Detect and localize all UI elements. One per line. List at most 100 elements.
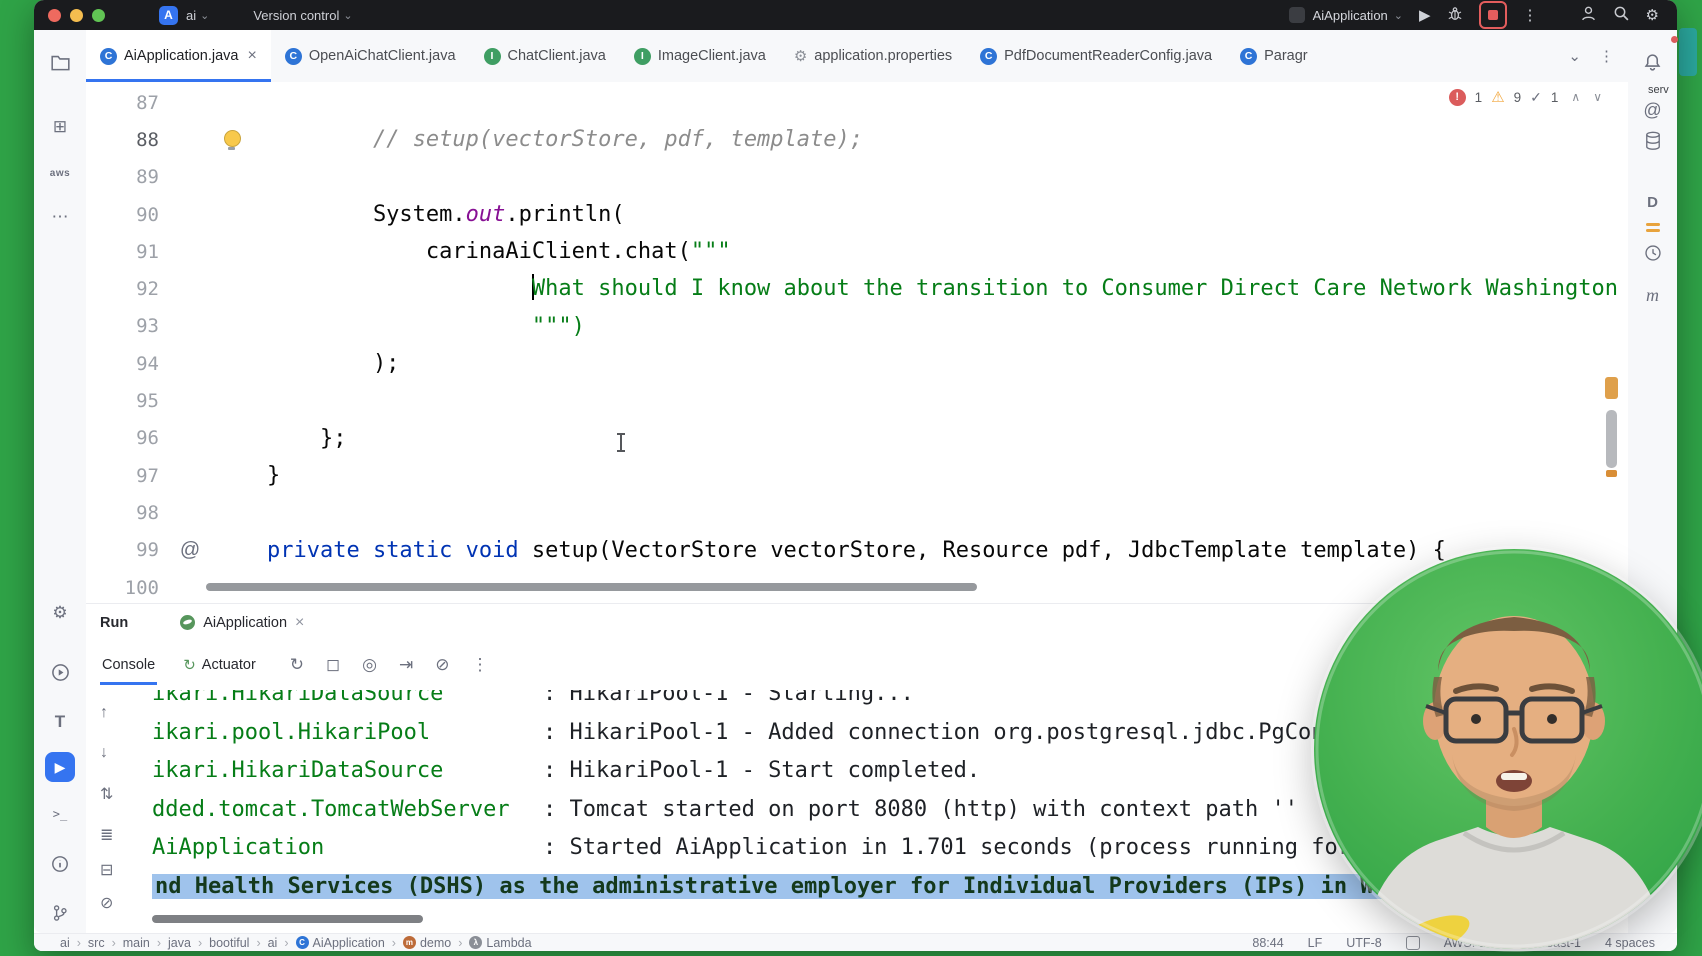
settings-gear-icon[interactable]: ⚙ [1646,6,1659,24]
indent-indicator[interactable]: 4 spaces [1605,936,1655,950]
caret-position[interactable]: 88:44 [1252,936,1283,950]
background-accent-bar [1679,28,1697,76]
debug-button[interactable] [1447,6,1463,25]
run-configuration-selector[interactable]: AiApplication [1313,8,1388,23]
console-message: : HikariPool-1 - Starting... [543,690,914,706]
code-line[interactable]: 88 // setup(vectorStore, pdf, template); [86,121,1628,158]
encoding-indicator[interactable]: UTF-8 [1346,936,1381,950]
clear-all-icon[interactable]: ⊘ [100,893,113,913]
code-line[interactable]: 96 }; [86,420,1628,457]
git-branch-icon[interactable] [34,902,86,922]
actuator-tab[interactable]: ↻ Actuator [183,656,256,674]
breadcrumb-item[interactable]: main [123,936,150,950]
run-tool-window-button[interactable]: ▶ [45,752,75,782]
vertical-scrollbar-thumb[interactable] [1606,410,1617,468]
editor-tab[interactable]: C OpenAiChatClient.java [271,30,470,82]
thread-dump-camera-icon[interactable]: ◎ [362,655,377,675]
breadcrumb-item[interactable]: java [168,936,191,950]
structure-icon[interactable]: ⊞ [34,117,86,137]
scroll-up-icon[interactable]: ↑ [100,704,108,722]
scroll-down-icon[interactable]: ↓ [100,744,108,762]
code-line[interactable]: 91 carinaAiClient.chat(""" [86,233,1628,270]
breadcrumb-item[interactable]: ai [60,936,70,950]
stop-process-button[interactable]: ◻ [326,655,340,675]
project-name[interactable]: ai [186,8,196,23]
database-icon[interactable] [1628,130,1677,151]
actuator-label: Actuator [201,657,256,673]
editor-tab[interactable]: I ImageClient.java [620,30,780,82]
ai-assistant-icon[interactable]: @ [1628,100,1677,120]
editor-tab[interactable]: ⚙ application.properties [780,30,966,82]
editor-tab[interactable]: C PdfDocumentReaderConfig.java [966,30,1226,82]
soft-wrap-icon[interactable]: ⇅ [100,784,113,804]
code-line[interactable]: 99 @ private static void setup(VectorStor… [86,532,1628,569]
run-button[interactable]: ▶ [1419,6,1431,24]
stop-button[interactable] [1478,1,1507,29]
close-tab-icon[interactable]: × [247,47,256,65]
version-control-menu[interactable]: Version control [253,8,339,23]
breadcrumb-item[interactable]: λ Lambda [469,935,532,950]
breadcrumb-label: Lambda [486,935,532,950]
editor-tab[interactable]: C Paragr [1226,30,1322,82]
breadcrumb-item[interactable]: m demo [402,936,451,950]
clear-console-icon[interactable]: ⊘ [435,655,449,675]
problems-icon[interactable] [34,853,86,873]
notifications-bell-icon[interactable] [1628,36,1678,72]
build-icon[interactable]: ⚙ [34,603,86,623]
search-everywhere-button[interactable] [1613,5,1630,25]
code-line[interactable]: 97 } [86,457,1628,494]
code-line[interactable]: 92 What should I know about the transiti… [86,270,1628,307]
breadcrumb-item[interactable]: src [88,936,105,950]
breadcrumb-item[interactable]: ai [268,936,278,950]
editor-tab[interactable]: I ChatClient.java [470,30,620,82]
code-line[interactable]: 94 ); [86,345,1628,382]
terminal-icon[interactable]: >_ [34,804,86,824]
jump-to-output-icon[interactable]: ⇥ [399,655,413,675]
kebab-menu-icon[interactable]: ⋮ [1523,6,1538,24]
maven-icon[interactable]: m [1628,285,1677,305]
readonly-toggle-icon[interactable] [1405,935,1420,950]
tool-icon[interactable]: T [34,712,86,732]
print-icon[interactable]: ⊟ [100,860,113,880]
console-tab[interactable]: Console [100,645,158,685]
collaborate-button[interactable] [1580,5,1597,25]
horizontal-scrollbar-thumb[interactable] [206,583,977,591]
inspections-widget[interactable]: ! 1 ⚠ 9 ✓ 1 ∧ ∨ [1448,88,1602,106]
aws-icon[interactable]: aws [34,164,86,184]
line-number: 93 [136,315,159,338]
next-problem-chevron-icon[interactable]: ∨ [1593,90,1602,104]
close-run-tab-icon[interactable]: × [295,614,304,632]
code-line[interactable]: 98 [86,494,1628,531]
line-ending-indicator[interactable]: LF [1308,936,1323,950]
bookmarks-icon[interactable] [1628,220,1677,235]
scroll-to-end-icon[interactable]: ≣ [100,825,113,845]
code-line[interactable]: 95 [86,382,1628,419]
project-folder-icon[interactable] [34,52,86,72]
code-line[interactable]: 90 System.out.println( [86,196,1628,233]
code-line[interactable]: 89 [86,159,1628,196]
services-icon[interactable] [34,662,86,682]
more-tool-windows-icon[interactable]: ⋯ [34,207,86,227]
breadcrumb-item[interactable]: bootiful [209,936,249,950]
zoom-window-button[interactable] [92,8,105,22]
lambda-icon: λ [469,936,483,949]
console-options-kebab-icon[interactable]: ⋮ [472,655,489,675]
minimize-window-button[interactable] [70,8,83,22]
breadcrumb-label: bootiful [209,935,250,950]
history-clock-icon[interactable] [1628,242,1677,262]
code-line[interactable]: 93 """) [86,308,1628,345]
hidden-tabs-chevron-icon[interactable]: ⌄ [1568,47,1581,65]
editor-tab[interactable]: C AiApplication.java × [86,30,271,82]
previous-problem-chevron-icon[interactable]: ∧ [1571,90,1580,104]
webcam-overlay [1314,549,1702,949]
console-horizontal-scrollbar-thumb[interactable] [152,915,423,923]
run-configuration-tab[interactable]: AiApplication × [180,614,304,632]
documentation-icon[interactable]: D [1628,193,1677,213]
breadcrumb-label: main [122,935,150,950]
rerun-button[interactable]: ↻ [290,655,304,675]
tab-options-kebab-icon[interactable]: ⋮ [1599,47,1614,65]
code-line[interactable]: 87 [86,84,1628,121]
close-window-button[interactable] [48,8,61,22]
code-editor[interactable]: 87 88 // setup(vectorStore, pdf, template… [86,82,1628,603]
breadcrumb-item[interactable]: C AiApplication [295,936,385,950]
